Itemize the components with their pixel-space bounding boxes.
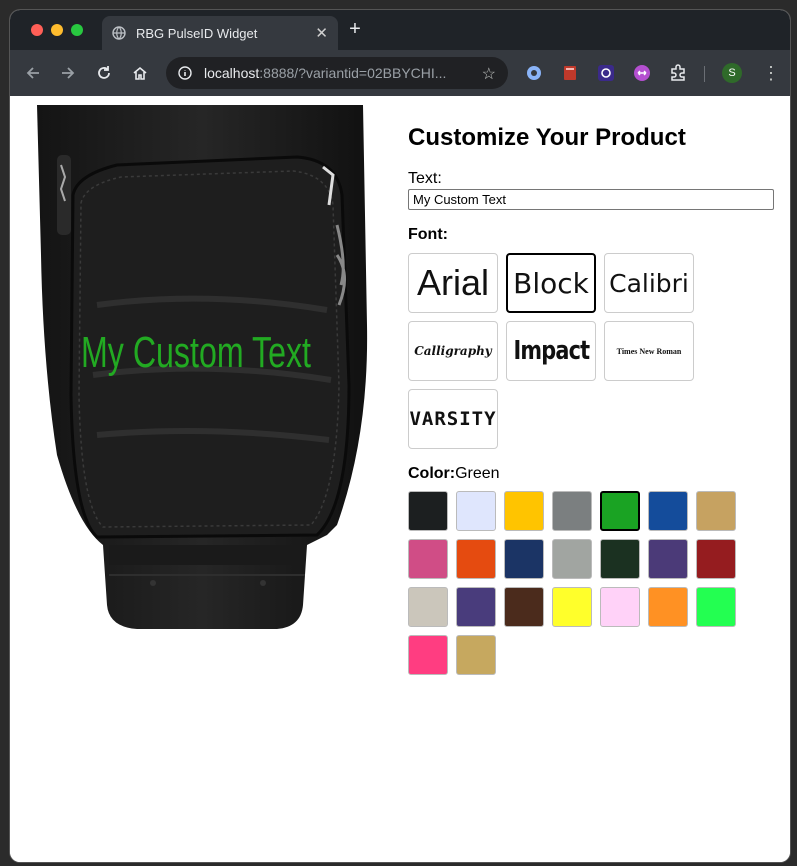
toolbar-divider [704,66,705,82]
font-option-block[interactable]: Block [506,253,596,313]
color-swatch[interactable] [408,587,448,627]
browser-tab[interactable]: RBG PulseID Widget ✕ [102,16,338,50]
tab-title: RBG PulseID Widget [136,25,258,41]
color-swatches [408,491,748,683]
color-swatch[interactable] [552,539,592,579]
address-bar[interactable]: localhost:8888/?variantid=02BBYCHI... ☆ [166,57,508,89]
color-swatch[interactable] [696,587,736,627]
close-tab-icon[interactable]: ✕ [315,24,328,42]
font-option-label: Calligraphy [414,344,492,358]
color-label-row: Color:Green [408,465,778,483]
product-preview-image: My Custom Text [37,105,371,631]
color-swatch[interactable] [504,491,544,531]
color-swatch[interactable] [648,587,688,627]
color-swatch[interactable] [504,539,544,579]
globe-icon [112,26,126,40]
forward-icon[interactable] [57,62,79,84]
color-swatch[interactable] [408,539,448,579]
text-label: Text: [408,170,442,187]
color-label: Color: [408,465,456,482]
color-swatch[interactable] [600,491,640,531]
minimize-window-button[interactable] [51,24,63,36]
back-icon[interactable] [22,62,44,84]
font-option-label: Arial [416,262,490,303]
extensions-puzzle-icon[interactable] [668,63,688,83]
color-swatch[interactable] [456,587,496,627]
font-option-label: Block [513,266,589,300]
color-swatch[interactable] [408,491,448,531]
font-options: Arial Block Calibri Calligraphy Impact Times … [408,253,708,457]
font-option-label: VARSITY [409,408,497,430]
font-option-varsity[interactable]: VARSITY [408,389,498,449]
color-swatch[interactable] [552,587,592,627]
custom-text-input[interactable] [408,189,774,210]
color-swatch[interactable] [696,539,736,579]
customize-panel: Customize Your Product Text: Font: Arial… [408,124,778,683]
site-info-icon[interactable] [178,66,192,80]
color-swatch[interactable] [600,587,640,627]
font-option-calligraphy[interactable]: Calligraphy [408,321,498,381]
home-icon[interactable] [129,62,151,84]
preview-custom-text: My Custom Text [81,328,311,377]
font-option-impact[interactable]: Impact [506,321,596,381]
color-swatch[interactable] [648,539,688,579]
color-swatch[interactable] [648,491,688,531]
color-swatch[interactable] [600,539,640,579]
reload-icon[interactable] [93,62,115,84]
more-menu-icon[interactable]: ⋮ [762,63,780,83]
extension-circle-icon[interactable] [596,63,616,83]
page-title: Customize Your Product [408,124,686,151]
maximize-window-button[interactable] [71,24,83,36]
browser-window: RBG PulseID Widget ✕ + localhost:8888/?v… [10,10,790,862]
selected-color-name: Green [455,465,500,482]
font-label: Font: [408,226,448,243]
tab-strip: RBG PulseID Widget ✕ + [10,10,790,50]
browser-toolbar: localhost:8888/?variantid=02BBYCHI... ☆ … [10,50,790,96]
color-swatch[interactable] [456,635,496,675]
color-swatch[interactable] [504,587,544,627]
extension-book-icon[interactable] [560,63,580,83]
bookmark-star-icon[interactable]: ☆ [482,64,496,84]
page-content: My Custom Text Customize Your Product Te… [10,96,790,862]
color-swatch[interactable] [408,635,448,675]
extension-arrows-icon[interactable] [632,63,652,83]
font-option-times-new-roman[interactable]: Times New Roman [604,321,694,381]
color-swatch[interactable] [456,539,496,579]
new-tab-button[interactable]: + [344,18,366,40]
url-host: localhost [204,65,260,81]
color-swatch[interactable] [552,491,592,531]
extension-lens-icon[interactable] [524,63,544,83]
font-option-label: Impact [513,336,590,366]
font-option-label: Times New Roman [616,346,682,356]
font-option-label: Calibri [609,268,689,298]
font-option-arial[interactable]: Arial [408,253,498,313]
close-window-button[interactable] [31,24,43,36]
profile-avatar[interactable]: S [722,63,742,83]
url-path: :8888/?variantid=02BBYCHI... [259,65,447,81]
color-swatch[interactable] [456,491,496,531]
font-option-calibri[interactable]: Calibri [604,253,694,313]
color-swatch[interactable] [696,491,736,531]
